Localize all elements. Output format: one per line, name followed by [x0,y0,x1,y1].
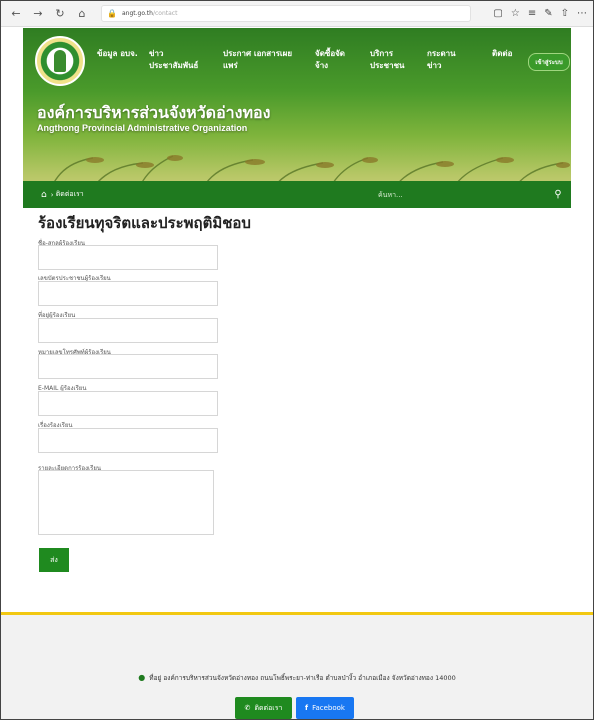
search-icon[interactable]: ⚲ [551,187,565,201]
subject-input[interactable] [38,428,218,453]
contact-button-label: ติดต่อเรา [254,703,283,712]
home-icon[interactable]: ⌂ [41,190,47,200]
menu-item-contact[interactable]: ติดต่อ [492,48,522,60]
menu-item-news[interactable]: ข่าวประชาสัมพันธ์ [149,48,199,72]
breadcrumb-current[interactable]: ติดต่อเรา [56,189,84,200]
main-menu: ข้อมูล อบจ. ข่าวประชาสัมพันธ์ ประกาศ เอก… [97,48,567,78]
url-host: angt.go.th [121,10,153,17]
org-logo[interactable] [35,36,85,86]
back-icon[interactable]: ← [7,5,25,23]
facebook-icon: f [305,704,309,712]
phone-icon: ✆ [244,704,251,712]
phone-input[interactable] [38,354,218,379]
details-textarea[interactable] [38,470,214,535]
more-icon[interactable]: ⋯ [577,8,587,19]
favorite-star-icon[interactable]: ☆ [511,8,520,19]
address-input[interactable] [38,318,218,343]
menu-item-board[interactable]: กระดานข่าว [427,48,467,72]
browser-window: ← → ↻ ⌂ 🔒 angt.go.th /contact ▢ ☆ ≡ ✎ ⇧ … [0,0,594,720]
browser-actions: ▢ ☆ ≡ ✎ ⇧ ⋯ [485,8,587,19]
citizen-id-input[interactable] [38,281,218,306]
menu-item-announcements[interactable]: ประกาศ เอกสารเผยแพร่ [223,48,295,72]
breadcrumb-bar: ⌂ › ติดต่อเรา ⚲ [23,181,571,208]
share-icon[interactable]: ⇧ [561,8,569,19]
search-input[interactable] [378,188,538,201]
org-name-en: Angthong Provincial Administrative Organ… [37,123,248,133]
contact-button[interactable]: ✆ ติดต่อเรา [235,697,292,719]
footer-address-text: ที่อยู่ องค์การบริหารส่วนจังหวัดอ่างทอง … [149,674,456,682]
favorites-list-icon[interactable]: ≡ [528,8,536,19]
forward-icon[interactable]: → [29,5,47,23]
tab-view-icon[interactable]: ▢ [493,8,502,19]
submit-button[interactable]: ส่ง [39,548,69,572]
menu-item-about[interactable]: ข้อมูล อบจ. [97,48,139,60]
page-title: ร้องเรียนทุจริตและประพฤติมิชอบ [38,214,251,232]
facebook-button[interactable]: f Facebook [296,697,354,719]
login-button[interactable]: เข้าสู่ระบบ [528,53,570,71]
breadcrumb: ⌂ › ติดต่อเรา [41,189,84,200]
menu-item-services[interactable]: บริการประชาชน [370,48,410,72]
pen-icon[interactable]: ✎ [544,8,552,19]
name-input[interactable] [38,245,218,270]
facebook-button-label: Facebook [312,704,345,712]
home-icon[interactable]: ⌂ [73,5,91,23]
lock-icon: 🔒 [107,9,117,18]
address-bar[interactable]: 🔒 angt.go.th /contact [101,5,471,22]
url-path: /contact [152,10,178,17]
map-pin-icon: ● [138,673,146,682]
refresh-icon[interactable]: ↻ [51,5,69,23]
footer-address: ● ที่อยู่ องค์การบริหารส่วนจังหวัดอ่างทอ… [1,673,593,683]
browser-toolbar: ← → ↻ ⌂ 🔒 angt.go.th /contact ▢ ☆ ≡ ✎ ⇧ … [1,1,593,27]
email-input[interactable] [38,391,218,416]
menu-item-procurement[interactable]: จัดซื้อจัดจ้าง [315,48,351,72]
